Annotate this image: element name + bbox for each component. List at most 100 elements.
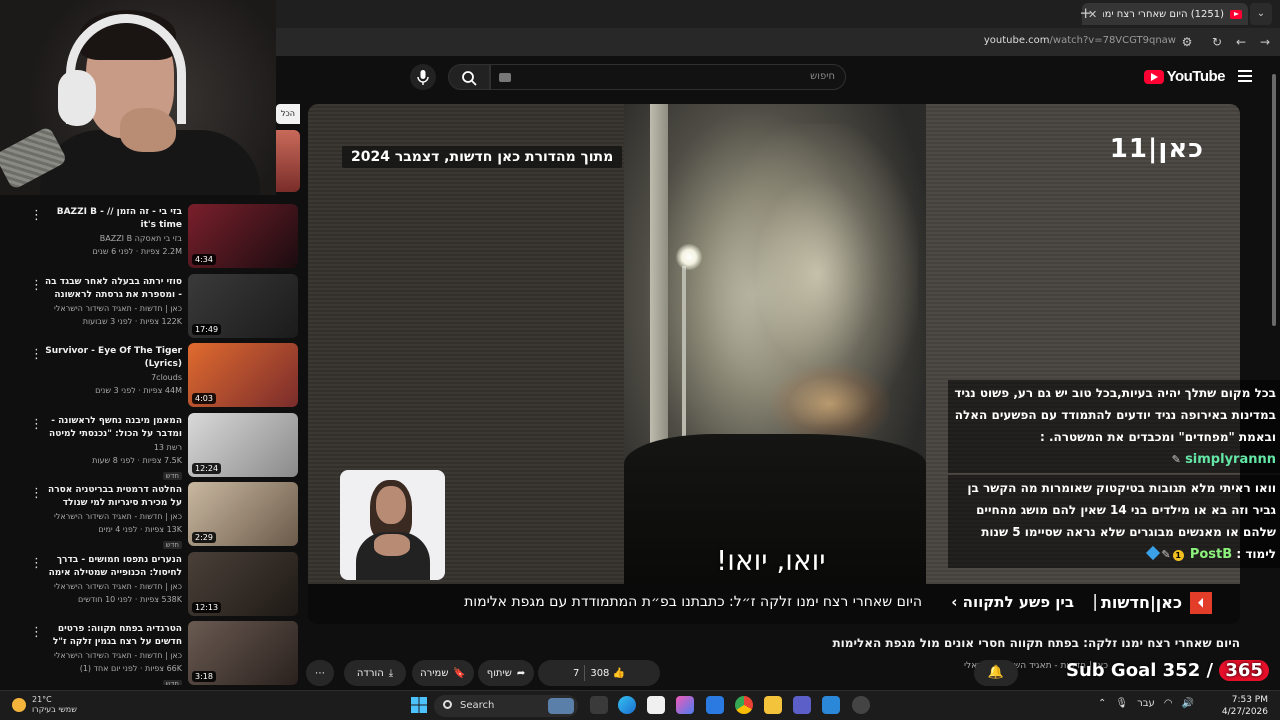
chat-sep-1: :: [1039, 430, 1045, 444]
obs-icon[interactable]: [852, 696, 870, 714]
voice-search-button[interactable]: [410, 64, 436, 90]
reload-icon[interactable]: ↻: [1208, 33, 1226, 51]
vscode-icon[interactable]: [822, 696, 840, 714]
back-icon[interactable]: ←: [1232, 33, 1250, 51]
new-badge: חדש: [162, 680, 182, 685]
download-button[interactable]: ⤓ הורדה: [344, 660, 406, 686]
weather-desc: שמשי בעיקרו: [32, 705, 77, 714]
related-video-item[interactable]: 2:29 החלטה דרמטית בבריטניה אסרה על מכירת …: [0, 482, 302, 550]
forward-icon[interactable]: →: [1256, 33, 1274, 51]
site-settings-icon[interactable]: ⚙: [1178, 33, 1196, 51]
clock-time: 7:53 PM: [1231, 695, 1268, 705]
related-channel[interactable]: רשת 13: [40, 441, 182, 454]
related-thumbnail[interactable]: 12:24: [188, 412, 298, 477]
video-overlay-banner: מתוך מהדורת כאן חדשות, דצמבר 2024: [342, 146, 623, 168]
weather-widget[interactable]: 21°C שמשי בעיקרו: [12, 695, 77, 715]
new-tab-button[interactable]: +: [1079, 4, 1092, 22]
related-thumbnail[interactable]: 17:49: [188, 273, 298, 338]
browser-tab-active[interactable]: (1251) היום שאחרי רצח ימנו זל ✕: [1082, 3, 1248, 25]
related-title[interactable]: בזי בי - זה הזמן // BAZZI B - it's time: [40, 206, 182, 232]
tray-mic-icon[interactable]: 🎙: [1115, 698, 1128, 709]
related-thumbnail[interactable]: 4:03: [188, 343, 298, 407]
related-videos-list: 4:34 בזי בי - זה הזמן // BAZZI B - it's t…: [0, 200, 302, 685]
more-vert-icon[interactable]: ⋮: [30, 625, 43, 640]
related-title[interactable]: המאמן מיבנה נחשף לראשונה - ומדבר על הכול…: [40, 415, 182, 441]
menu-hamburger-icon[interactable]: [1238, 70, 1252, 82]
taskbar-clock[interactable]: 7:53 PM 4/27/2026: [1222, 694, 1268, 718]
system-tray: ⌃ 🎙 עבר ◠ 🔊: [1098, 698, 1194, 709]
download-icon: ⤓: [388, 667, 394, 679]
more-actions-button[interactable]: ⋯: [306, 660, 334, 686]
app-icon[interactable]: [706, 696, 724, 714]
related-channel[interactable]: כאן | חדשות - תאגיד השידור הישראלי: [40, 580, 182, 593]
tray-volume-icon[interactable]: 🔊: [1182, 698, 1194, 709]
more-vert-icon[interactable]: ⋮: [30, 486, 43, 501]
address-url[interactable]: youtube.com/watch?v=78VCGT9qnaw: [984, 35, 1176, 46]
related-thumbnail[interactable]: 2:29: [188, 482, 298, 546]
search-button[interactable]: [448, 64, 490, 90]
more-vert-icon[interactable]: ⋮: [30, 208, 43, 223]
scrollbar-thumb[interactable]: [1272, 74, 1276, 326]
clock-date: 4/27/2026: [1221, 707, 1268, 717]
like-button[interactable]: 👍 308: [590, 668, 625, 679]
page-scrollbar[interactable]: [1270, 62, 1278, 690]
weather-text: 21°C שמשי בעיקרו: [32, 695, 77, 715]
share-button[interactable]: ➦ שיתוף: [478, 660, 534, 686]
dislike-button[interactable]: 7: [573, 668, 579, 679]
file-explorer-icon[interactable]: [764, 696, 782, 714]
related-video-item[interactable]: 17:49 סוזי ירתה בבעלה לאחר שבגד בה - ומספ…: [0, 273, 302, 342]
related-title[interactable]: Survivor - Eye Of The Tiger (Lyrics): [40, 345, 182, 371]
more-vert-icon[interactable]: ⋮: [30, 556, 43, 571]
input-language[interactable]: עבר: [1137, 698, 1155, 709]
search-placeholder: חיפוש: [810, 71, 835, 82]
pencil-badge-icon: ✎: [1161, 548, 1171, 561]
related-video-item[interactable]: 12:13 הנערים נתפסו חמושים - בדרך לחיסול: …: [0, 551, 302, 620]
related-channel[interactable]: כאן | חדשות - תאגיד השידור הישראלי: [40, 510, 182, 523]
related-video-item[interactable]: 4:03 Survivor - Eye Of The Tiger (Lyrics)…: [0, 343, 302, 411]
copilot-icon[interactable]: [676, 696, 694, 714]
sidebar-filter-chip[interactable]: הכל: [276, 104, 300, 124]
video-actions-bar: ⋯ ⤓ הורדה 🔖 שמירה ➦ שיתוף 👍 308 7: [306, 658, 946, 688]
related-thumbnail[interactable]: 12:13: [188, 551, 298, 616]
kan-square-logo-icon: ⏴: [1190, 592, 1212, 614]
keyboard-icon[interactable]: [499, 73, 511, 82]
related-meta: 13K צפיות · לפני 4 ימים: [98, 525, 182, 534]
related-video-item[interactable]: 4:34 בזי בי - זה הזמן // BAZZI B - it's t…: [0, 204, 302, 272]
related-thumbnail[interactable]: 3:18: [188, 621, 298, 685]
chat-username: simplyrannn: [1185, 452, 1276, 467]
chrome-icon[interactable]: [735, 696, 753, 714]
related-channel[interactable]: כאן | חדשות - תאגיד השידור הישראלי: [40, 302, 182, 315]
like-count: 308: [590, 667, 610, 679]
edge-icon[interactable]: [618, 696, 636, 714]
kan11-logo: כאן|11: [1109, 134, 1204, 164]
save-button[interactable]: 🔖 שמירה: [412, 660, 474, 686]
related-channel[interactable]: 7clouds: [40, 371, 182, 384]
related-video-item[interactable]: 3:18 הטרגדיה בפתח תקווה: פרטים חדשים על ר…: [0, 621, 302, 685]
related-title[interactable]: החלטה דרמטית בבריטניה אסרה על מכירת סיגר…: [40, 484, 182, 510]
taskbar-search-box[interactable]: Search: [434, 695, 578, 717]
subscriber-badge-icon: 1: [1172, 550, 1184, 561]
more-vert-icon[interactable]: ⋮: [30, 417, 43, 432]
streamer-webcam: [0, 0, 276, 195]
related-title[interactable]: הנערים נתפסו חמושים - בדרך לחיסול: הכנופ…: [40, 554, 182, 580]
related-title[interactable]: הטרגדיה בפתח תקווה: פרטים חדשים על רצח ב…: [40, 623, 182, 649]
related-channel[interactable]: בזי בי תאסקה BAZZI B: [40, 232, 182, 245]
tray-wifi-icon[interactable]: ◠: [1164, 698, 1173, 709]
more-vert-icon[interactable]: ⋮: [30, 278, 43, 293]
related-video-item[interactable]: 12:24 המאמן מיבנה נחשף לראשונה - ומדבר על…: [0, 412, 302, 481]
windows-start-icon[interactable]: [410, 696, 428, 714]
store-icon[interactable]: [647, 696, 665, 714]
notifications-bell-button[interactable]: 🔔: [974, 660, 1018, 686]
related-title[interactable]: סוזי ירתה בבעלה לאחר שבגד בה - ומספרת את…: [40, 276, 182, 302]
related-thumbnail[interactable]: 4:34: [188, 204, 298, 268]
search-input[interactable]: חיפוש: [490, 64, 846, 90]
youtube-logo[interactable]: YouTube: [1143, 68, 1226, 85]
tray-chevron-icon[interactable]: ⌃: [1098, 698, 1106, 709]
more-vert-icon[interactable]: ⋮: [30, 347, 43, 362]
related-channel[interactable]: כאן | חדשות - תאגיד השידור הישראלי: [40, 649, 182, 662]
cube-badge-icon: [1146, 545, 1161, 561]
teams-icon[interactable]: [793, 696, 811, 714]
tab-search-chevron-icon[interactable]: ⌄: [1250, 3, 1272, 25]
like-dislike-group: 👍 308 7: [538, 660, 660, 686]
task-view-icon[interactable]: [590, 696, 608, 714]
